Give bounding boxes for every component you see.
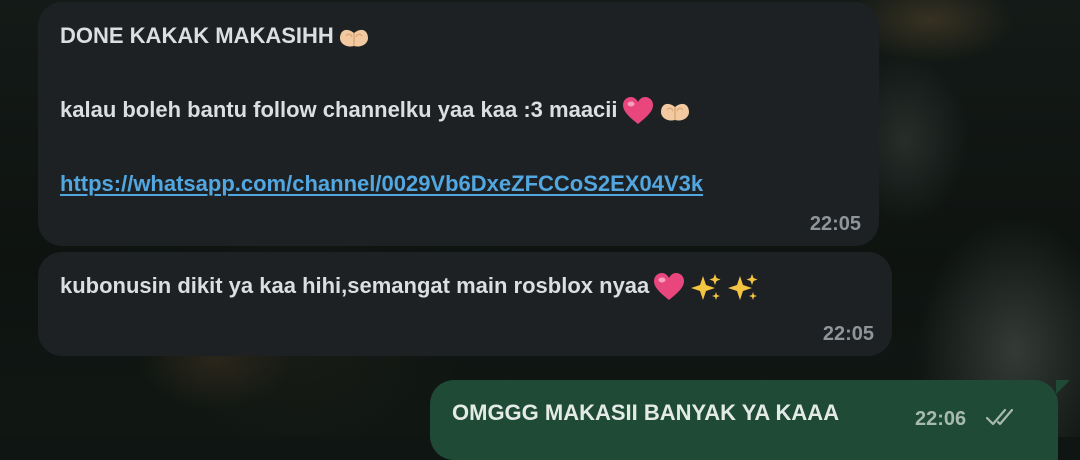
message-text: kubonusin dikit ya kaa hihi,semangat mai… — [60, 273, 650, 298]
incoming-message-bubble[interactable]: kubonusin dikit ya kaa hihi,semangat mai… — [38, 252, 892, 356]
sparkles-emoji-icon — [726, 272, 760, 302]
message-line: kubonusin dikit ya kaa hihi,semangat mai… — [60, 272, 870, 302]
message-timestamp: 22:06 — [915, 408, 967, 430]
pink-heart-emoji-icon — [652, 272, 686, 302]
message-text: kalau boleh bantu follow channelku yaa k… — [60, 97, 618, 123]
read-double-check-icon — [985, 406, 1023, 426]
channel-link[interactable]: https://whatsapp.com/channel/0029Vb6DxeZ… — [60, 171, 703, 196]
sparkles-emoji-icon — [689, 272, 723, 302]
message-timestamp: 22:05 — [822, 323, 874, 345]
message-line: DONE KAKAK MAKASIHH — [60, 22, 857, 52]
message-text: DONE KAKAK MAKASIHH — [60, 23, 334, 48]
outgoing-message-bubble[interactable]: OMGGG MAKASII BANYAK YA KAAA 22:06 — [430, 380, 1070, 460]
message-line: https://whatsapp.com/channel/0029Vb6DxeZ… — [60, 170, 857, 198]
message-line: kalau boleh bantu follow channelku yaa k… — [60, 96, 857, 126]
heart-hands-emoji-icon — [337, 22, 371, 52]
pink-heart-emoji-icon — [621, 96, 655, 126]
heart-hands-emoji-icon — [658, 96, 692, 126]
message-timestamp: 22:05 — [809, 213, 861, 235]
incoming-message-bubble[interactable]: DONE KAKAK MAKASIHH kalau boleh bantu fo… — [38, 2, 879, 246]
